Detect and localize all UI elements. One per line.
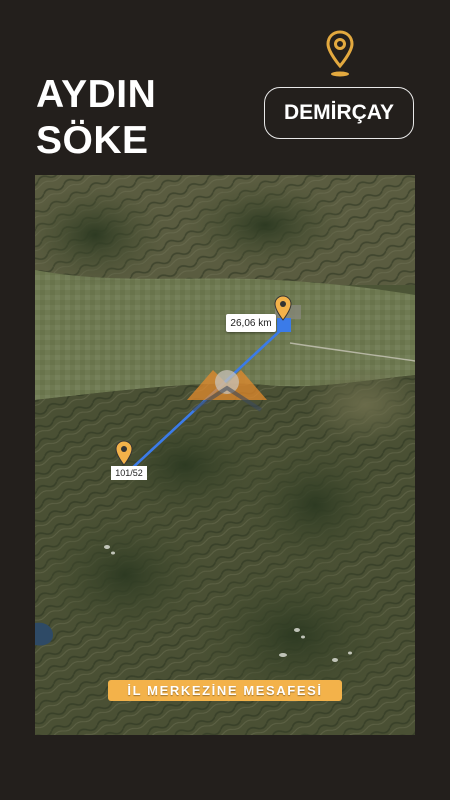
location-pin-icon[interactable] <box>274 295 292 323</box>
satellite-map[interactable] <box>35 175 415 735</box>
company-logo <box>187 370 267 412</box>
footer-label-text: İL MERKEZİNE MESAFESİ <box>127 683 323 698</box>
location-title: AYDIN SÖKE <box>36 72 156 164</box>
footer-label: İL MERKEZİNE MESAFESİ <box>108 680 342 701</box>
distance-label: 26,06 km <box>226 314 276 332</box>
location-pin-icon <box>326 30 354 77</box>
terrain-image <box>35 175 415 735</box>
parcel-label: 101/52 <box>111 466 147 480</box>
location-pin-icon[interactable] <box>115 440 133 468</box>
district-name: SÖKE <box>36 119 149 162</box>
destination-name: DEMİRÇAY <box>283 101 395 124</box>
destination-box: DEMİRÇAY <box>264 87 414 139</box>
province-name: AYDIN <box>36 73 157 116</box>
